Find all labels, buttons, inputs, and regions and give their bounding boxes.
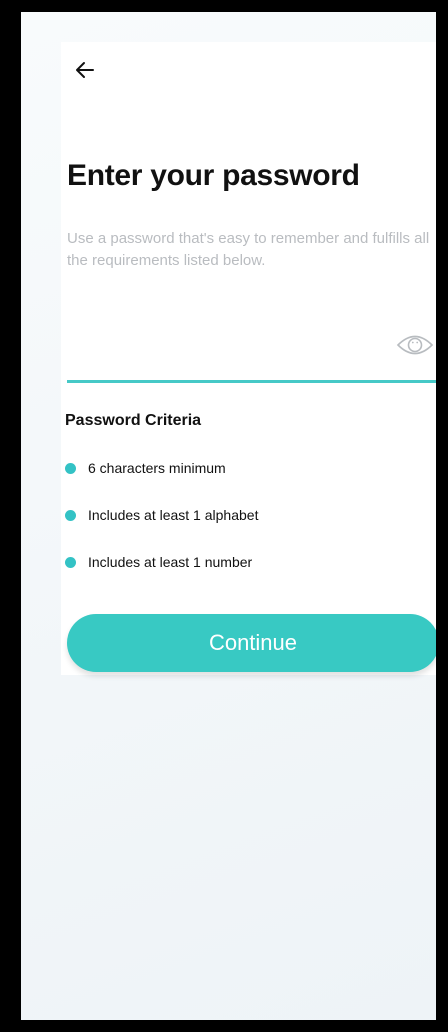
password-input[interactable] [67, 312, 436, 383]
screen: Enter your password Use a password that'… [21, 12, 436, 1020]
page-subtitle: Use a password that's easy to remember a… [67, 230, 430, 269]
criteria-title: Password Criteria [65, 412, 202, 429]
device-frame: Enter your password Use a password that'… [12, 12, 436, 1020]
bullet-dot-icon [65, 556, 76, 568]
criteria-item: Includes at least 1 alphabet [65, 507, 258, 523]
criteria-label: 6 characters minimum [88, 460, 226, 476]
page-title: Enter your password [67, 159, 360, 192]
bullet-dot-icon [65, 509, 76, 521]
criteria-item: 6 characters minimum [65, 460, 226, 476]
password-card: Enter your password Use a password that'… [61, 42, 436, 675]
criteria-item: Includes at least 1 number [65, 554, 252, 570]
arrow-left-icon [76, 62, 94, 78]
show-password-toggle[interactable] [395, 330, 435, 360]
back-button[interactable] [73, 58, 97, 82]
bullet-dot-icon [65, 462, 76, 474]
eye-icon [396, 335, 434, 355]
criteria-label: Includes at least 1 alphabet [88, 507, 259, 523]
criteria-label: Includes at least 1 number [88, 554, 253, 570]
continue-button[interactable]: Continue [67, 614, 436, 672]
